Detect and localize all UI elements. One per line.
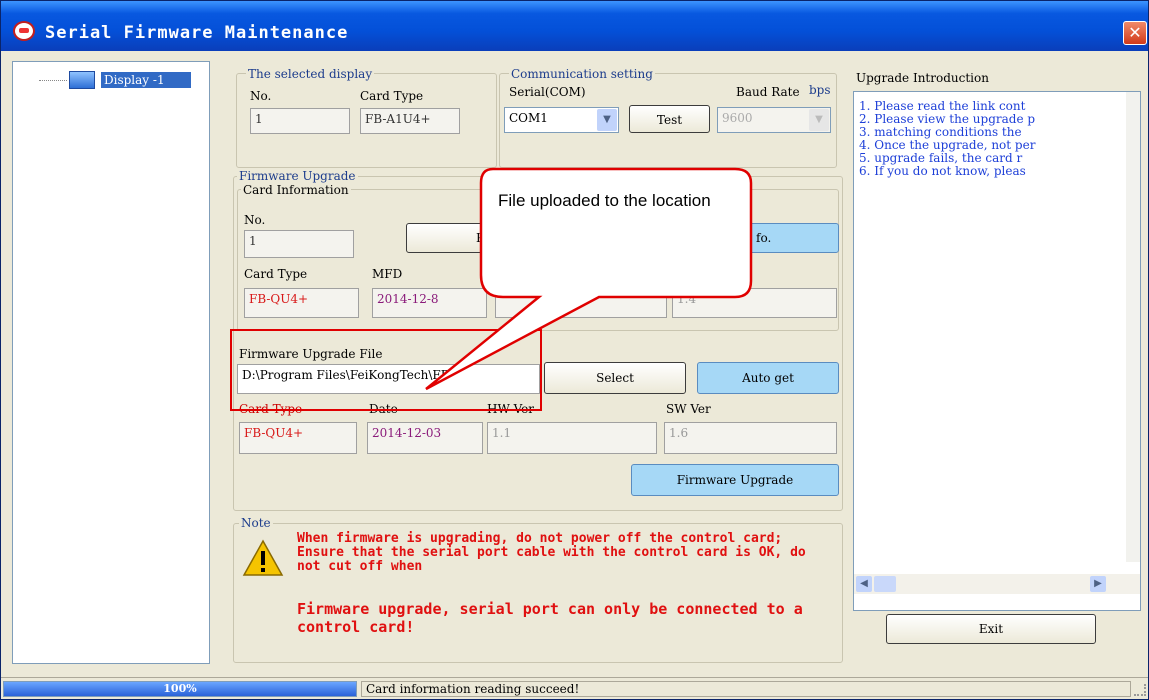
baud-unit-label: bps (809, 83, 831, 97)
selected-display-legend: The selected display (246, 67, 375, 81)
exit-button[interactable]: Exit (886, 614, 1096, 644)
scroll-left-icon[interactable]: ◀ (856, 576, 872, 592)
baud-label: Baud Rate (736, 85, 800, 99)
close-button[interactable]: ✕ (1123, 21, 1147, 45)
sw-ver-label: SW Ver (666, 402, 711, 416)
firmware-upgrade-button[interactable]: Firmware Upgrade (631, 464, 839, 496)
horizontal-scrollbar[interactable]: ◀ ▶ (854, 574, 1140, 594)
monitor-icon (69, 71, 95, 89)
tree-connector (39, 80, 67, 81)
serial-label: Serial(COM) (509, 85, 586, 99)
scrollbar-thumb[interactable] (874, 576, 896, 592)
file-date-field: 2014-12-03 (367, 422, 483, 454)
display-tree[interactable]: Display -1 (12, 61, 210, 664)
main-window: Serial Firmware Maintenance ✕ Display -1… (0, 0, 1149, 700)
baud-rate-select: 9600 ▼ (717, 107, 831, 133)
test-button[interactable]: Test (629, 105, 710, 133)
card-type-field: FB-QU4+ (244, 288, 359, 318)
file-hw-ver-field: 1.1 (487, 422, 657, 454)
card-no-label: No. (244, 213, 266, 227)
progress-text: 100% (163, 682, 197, 695)
status-bar: 100% Card information reading succeed! (1, 677, 1148, 699)
intro-pane: 1. Please read the link cont 2. Please v… (853, 91, 1141, 611)
selected-no-field: 1 (250, 108, 350, 134)
serial-port-value: COM1 (509, 111, 548, 125)
resize-grip[interactable] (1134, 684, 1146, 696)
intro-title: Upgrade Introduction (856, 71, 989, 85)
vertical-scrollbar[interactable] (1126, 92, 1140, 562)
baud-rate-value: 9600 (722, 111, 753, 125)
comm-legend: Communication setting (509, 67, 655, 81)
card-info-legend: Card Information (241, 183, 351, 197)
file-card-type-field: FB-QU4+ (239, 422, 357, 454)
intro-item: 6. If you do not know, pleas (859, 164, 1026, 178)
window-title: Serial Firmware Maintenance (45, 23, 349, 43)
selected-card-type-field: FB-A1U4+ (360, 108, 460, 134)
callout-text: File uploaded to the location (498, 191, 711, 210)
card-type-label: Card Type (360, 89, 424, 103)
app-icon (13, 21, 35, 41)
card-no-field: 1 (244, 230, 354, 258)
serial-port-select[interactable]: COM1 ▼ (504, 107, 619, 133)
tree-item-display-1[interactable]: Display -1 (101, 72, 191, 88)
status-message: Card information reading succeed! (361, 681, 1131, 697)
chevron-down-icon: ▼ (597, 109, 617, 131)
intro-list: 1. Please read the link cont 2. Please v… (859, 100, 1129, 178)
progress-bar: 100% (3, 681, 357, 697)
file-sw-ver-field: 1.6 (664, 422, 837, 454)
note-warning-text: When firmware is upgrading, do not power… (297, 531, 806, 574)
note-legend: Note (239, 516, 273, 530)
firmware-upgrade-legend: Firmware Upgrade (237, 169, 358, 183)
title-bar[interactable]: Serial Firmware Maintenance ✕ (1, 1, 1148, 51)
chevron-down-icon: ▼ (809, 109, 829, 131)
note-connection-text: Firmware upgrade, serial port can only b… (297, 600, 803, 636)
scroll-right-icon[interactable]: ▶ (1090, 576, 1106, 592)
card-type-label: Card Type (244, 267, 308, 281)
warning-icon (242, 539, 284, 576)
no-label: No. (250, 89, 272, 103)
